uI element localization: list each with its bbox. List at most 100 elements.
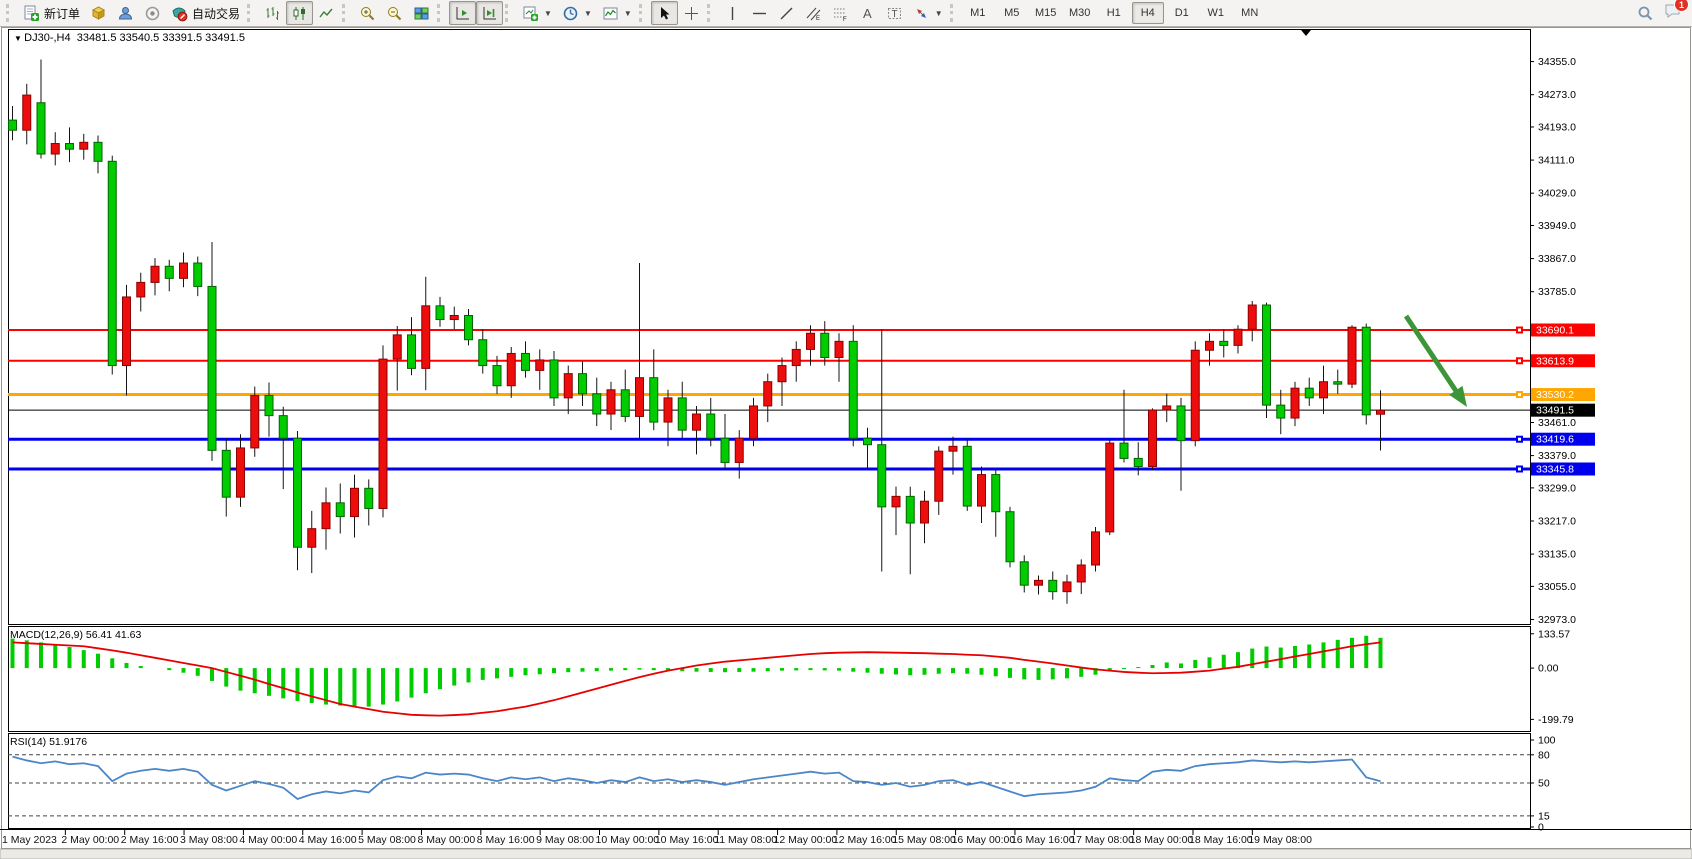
line-anchor-center — [1518, 438, 1521, 441]
arrows-tool-button[interactable]: ▼ — [908, 1, 948, 25]
text-icon: A — [859, 5, 876, 22]
cursor-tool-button[interactable] — [651, 1, 678, 25]
time-axis-label: 4 May 16:00 — [299, 834, 357, 846]
candle — [1377, 410, 1385, 414]
candle — [821, 333, 829, 357]
candle — [1206, 341, 1214, 350]
price-axis-tick-label: 33461.0 — [1538, 417, 1576, 429]
candle — [151, 266, 159, 282]
candle — [550, 360, 558, 398]
new-order-button[interactable]: 新订单 — [18, 1, 85, 25]
toolbar-grip[interactable] — [342, 4, 350, 22]
candle — [1191, 350, 1199, 440]
candle — [1305, 388, 1313, 398]
price-axis-tick-label: 33785.0 — [1538, 286, 1576, 298]
price-axis-tick-label: 33949.0 — [1538, 220, 1576, 232]
time-axis-label: 10 May 00:00 — [596, 834, 660, 846]
timeframe-h4[interactable]: H4 — [1132, 2, 1164, 24]
toolbar-grip[interactable] — [437, 4, 445, 22]
candle — [522, 353, 530, 370]
timeframe-w1[interactable]: W1 — [1200, 2, 1232, 24]
text-tool-button[interactable]: A — [854, 1, 881, 25]
timeframe-m5[interactable]: M5 — [996, 2, 1028, 24]
timeframe-h1[interactable]: H1 — [1098, 2, 1130, 24]
channel-tool-button[interactable]: E — [800, 1, 827, 25]
candle — [678, 398, 686, 430]
toolbar-grip[interactable] — [247, 4, 255, 22]
auto-trading-button[interactable]: 自动交易 — [166, 1, 245, 25]
arrows-icon — [913, 5, 930, 22]
trendline-tool-button[interactable] — [773, 1, 800, 25]
zoom-out-icon — [386, 5, 403, 22]
candle — [23, 95, 31, 130]
chat-button[interactable]: 1 — [1664, 2, 1682, 24]
price-axis-tick-label: 34111.0 — [1538, 155, 1575, 167]
candle — [1020, 562, 1028, 585]
label-tool-button[interactable]: T — [881, 1, 908, 25]
candle — [450, 316, 458, 320]
zoom-out-button[interactable] — [381, 1, 408, 25]
crosshair-tool-button[interactable] — [678, 1, 705, 25]
market-watch-button[interactable] — [85, 1, 112, 25]
candle — [1177, 406, 1185, 441]
profile-button[interactable] — [112, 1, 139, 25]
timeframe-mn[interactable]: MN — [1234, 2, 1266, 24]
zoom-in-icon — [359, 5, 376, 22]
auto-trading-icon — [171, 5, 188, 22]
toolbar-grip[interactable] — [505, 4, 513, 22]
candle — [963, 446, 971, 506]
timeframe-m30[interactable]: M30 — [1064, 2, 1096, 24]
candle — [237, 448, 245, 497]
candle — [507, 353, 515, 385]
candle — [37, 103, 45, 154]
candlestick-mode-button[interactable] — [286, 1, 313, 25]
toolbar-grip[interactable] — [707, 4, 715, 22]
chart-area[interactable]: 34355.034273.034193.034111.034029.033949… — [0, 0, 1692, 859]
candle — [1006, 512, 1014, 562]
chart-shift-button[interactable] — [476, 1, 503, 25]
zoom-in-button[interactable] — [354, 1, 381, 25]
bar-chart-icon — [264, 5, 281, 22]
new-chart-button[interactable]: ▼ — [517, 1, 557, 25]
candle — [80, 142, 88, 149]
candle — [251, 395, 259, 447]
timeframe-m1[interactable]: M1 — [962, 2, 994, 24]
candle — [1149, 410, 1157, 467]
template-icon — [602, 5, 619, 22]
vertical-line-tool-button[interactable] — [719, 1, 746, 25]
fibonacci-tool-button[interactable]: F — [827, 1, 854, 25]
auto-scroll-button[interactable] — [449, 1, 476, 25]
template-button[interactable]: ▼ — [597, 1, 637, 25]
notification-badge: 1 — [1674, 0, 1689, 12]
time-axis-label: 17 May 08:00 — [1070, 834, 1134, 846]
candle — [1134, 458, 1142, 466]
toolbar-grip[interactable] — [6, 4, 14, 22]
time-axis-label: 15 May 08:00 — [892, 834, 956, 846]
tile-windows-button[interactable] — [408, 1, 435, 25]
bar-chart-mode-button[interactable] — [259, 1, 286, 25]
candle — [1106, 443, 1114, 532]
toolbar-grip[interactable] — [639, 4, 647, 22]
price-axis-tick-label: 33379.0 — [1538, 450, 1576, 462]
line-chart-mode-button[interactable] — [313, 1, 340, 25]
period-button[interactable]: ▼ — [557, 1, 597, 25]
candle — [1035, 580, 1043, 585]
crosshair-icon — [683, 5, 700, 22]
symbol-dropdown-icon[interactable]: ▼ — [14, 34, 24, 43]
toolbar-grip[interactable] — [950, 4, 958, 22]
search-icon[interactable] — [1637, 5, 1654, 22]
candle — [1163, 406, 1171, 410]
macd-axis-label: 0.00 — [1538, 663, 1559, 675]
candle — [479, 340, 487, 366]
candle — [536, 360, 544, 370]
horizontal-line-tool-button[interactable] — [746, 1, 773, 25]
timeframe-m15[interactable]: M15 — [1030, 2, 1062, 24]
signals-button[interactable] — [139, 1, 166, 25]
candle — [778, 366, 786, 382]
candle — [294, 438, 302, 547]
timeframe-d1[interactable]: D1 — [1166, 2, 1198, 24]
line-anchor-center — [1518, 467, 1521, 470]
candle — [949, 446, 957, 451]
candle — [835, 341, 843, 357]
price-level-badge-label: 33690.1 — [1536, 325, 1574, 337]
